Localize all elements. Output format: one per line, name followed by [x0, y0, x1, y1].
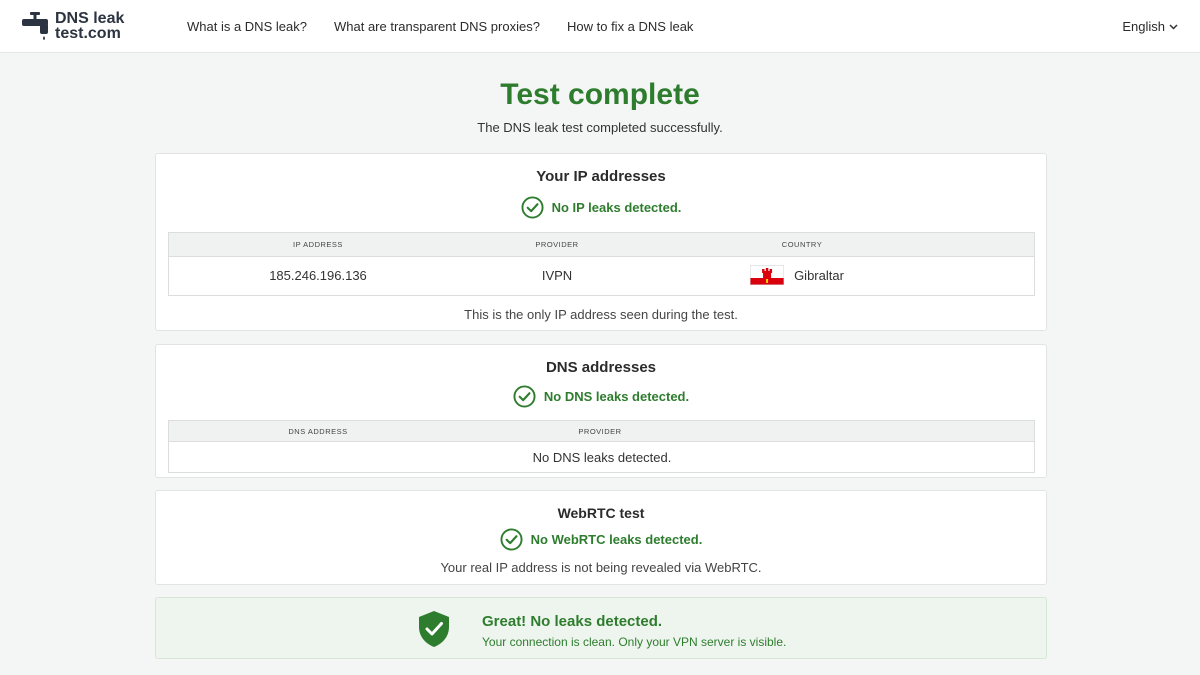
webrtc-card-title: WebRTC test: [557, 505, 645, 521]
dns-table: DNS ADDRESS PROVIDER No DNS leaks detect…: [168, 420, 1035, 473]
nav-link-transparent-dns-proxies[interactable]: What are transparent DNS proxies?: [334, 19, 540, 34]
check-circle-icon: [521, 196, 544, 219]
country-cell: Gibraltar: [750, 265, 844, 285]
language-label: English: [1122, 19, 1165, 34]
shield-check-icon: [419, 611, 449, 647]
logo-line-2: test.com: [55, 25, 121, 42]
page-subtitle: The DNS leak test completed successfully…: [477, 120, 723, 135]
dns-card-title: DNS addresses: [545, 359, 657, 376]
logo-text: DNS leak test.com: [55, 10, 125, 42]
summary-banner: Great! No leaks detected. Your connectio…: [155, 597, 1047, 659]
page-title: Test complete: [500, 78, 700, 111]
site-logo[interactable]: DNS leak test.com: [21, 10, 124, 42]
dns-empty-message: No DNS leaks detected.: [532, 450, 672, 465]
table-row: No DNS leaks detected.: [169, 442, 1034, 472]
webrtc-status-text: No WebRTC leaks detected.: [530, 532, 703, 547]
ip-table-header: IP ADDRESS PROVIDER COUNTRY: [169, 233, 1034, 257]
column-header-country: COUNTRY: [781, 240, 823, 249]
ip-card-note: This is the only IP address seen during …: [464, 307, 738, 322]
nav-link-what-is-dns-leak[interactable]: What is a DNS leak?: [187, 19, 307, 34]
ip-address-value: 185.246.196.136: [269, 268, 367, 283]
ip-addresses-card: Your IP addresses No IP leaks detected. …: [155, 153, 1047, 331]
check-circle-icon: [500, 528, 523, 551]
column-header-provider: PROVIDER: [535, 240, 579, 249]
ip-status-text: No IP leaks detected.: [551, 200, 682, 215]
webrtc-test-card: WebRTC test No WebRTC leaks detected. Yo…: [155, 490, 1047, 585]
dns-table-header: DNS ADDRESS PROVIDER: [169, 421, 1034, 442]
ip-status: No IP leaks detected.: [156, 196, 1046, 219]
column-header-ip-address: IP ADDRESS: [293, 240, 343, 249]
summary-title: Great! No leaks detected.: [482, 613, 663, 630]
webrtc-card-note: Your real IP address is not being reveal…: [440, 560, 762, 575]
ip-table: IP ADDRESS PROVIDER COUNTRY 185.246.196.…: [168, 232, 1035, 296]
country-value: Gibraltar: [794, 267, 844, 283]
ip-card-title: Your IP addresses: [536, 168, 666, 185]
webrtc-status: No WebRTC leaks detected.: [156, 528, 1046, 551]
dns-status: No DNS leaks detected.: [156, 385, 1046, 408]
gibraltar-flag-icon: [750, 265, 785, 285]
logo-line-1: DNS leak: [55, 10, 125, 27]
site-header: DNS leak test.com What is a DNS leak? Wh…: [0, 0, 1200, 53]
dns-status-text: No DNS leaks detected.: [543, 389, 690, 404]
dns-addresses-card: DNS addresses No DNS leaks detected. DNS…: [155, 344, 1047, 478]
column-header-dns-address: DNS ADDRESS: [288, 427, 348, 436]
chevron-down-icon: [1169, 23, 1178, 30]
column-header-dns-provider: PROVIDER: [578, 427, 622, 436]
provider-value: IVPN: [541, 268, 573, 283]
language-selector[interactable]: English: [1122, 19, 1178, 34]
nav-link-fix-dns-leak[interactable]: How to fix a DNS leak: [567, 19, 693, 34]
faucet-icon: [22, 12, 48, 40]
table-row: 185.246.196.136 IVPN Gibraltar: [169, 257, 1034, 295]
summary-subtitle: Your connection is clean. Only your VPN …: [482, 635, 787, 649]
check-circle-icon: [513, 385, 536, 408]
